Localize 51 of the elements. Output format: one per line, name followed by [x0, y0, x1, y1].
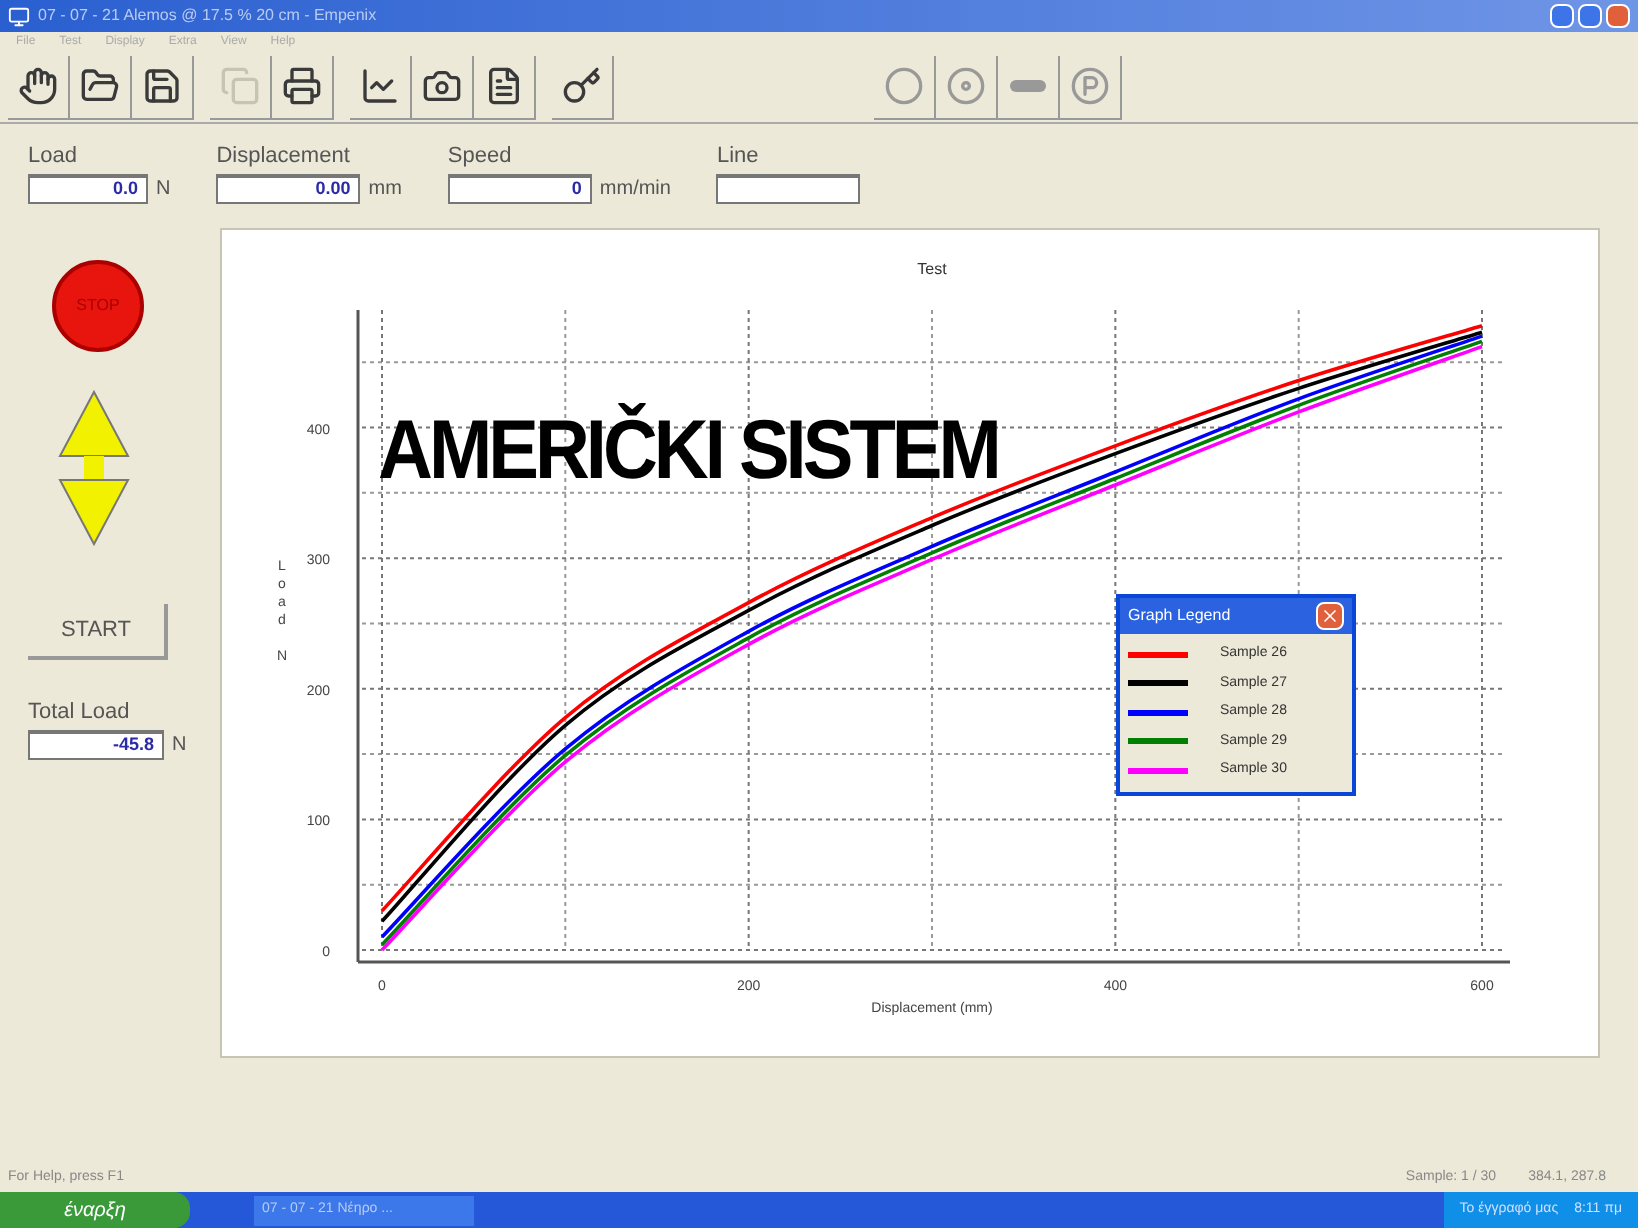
toolbar-button[interactable] [998, 55, 1060, 119]
maximize-button[interactable] [1578, 4, 1602, 28]
graph-icon [360, 66, 400, 106]
key-button[interactable] [552, 55, 614, 119]
total-load-field: -45.8 [28, 729, 164, 759]
disc-icon [946, 66, 986, 106]
camera-button[interactable] [412, 55, 474, 119]
close-button[interactable] [1606, 4, 1630, 28]
up-arrow-icon[interactable] [56, 388, 132, 468]
window-title: 07 - 07 - 21 Alemos @ 17.5 % 20 cm - Empenix [38, 4, 377, 28]
folder-icon [80, 66, 120, 106]
toolbar-button[interactable] [936, 55, 998, 119]
close-button[interactable] [1316, 602, 1344, 630]
readout-label: Displacement [216, 142, 352, 172]
total-load-label: Total Load [28, 698, 130, 728]
unit-label: mm/min [599, 175, 671, 203]
chart-title: Test [917, 260, 947, 278]
toolbar-button[interactable] [1060, 55, 1122, 119]
start-menu-button[interactable]: έναρξη [0, 1192, 190, 1228]
printer-icon [282, 66, 322, 106]
camera-icon [422, 66, 462, 106]
document-button[interactable] [474, 55, 536, 119]
minimize-button[interactable] [1550, 4, 1574, 28]
hand-icon [18, 66, 58, 106]
printer-button[interactable] [272, 55, 334, 119]
p-circle-icon [1070, 66, 1110, 106]
folder-button[interactable] [70, 55, 132, 119]
close-icon [1320, 606, 1340, 626]
legend-title: Graph Legend [1128, 604, 1231, 628]
hand-button[interactable] [8, 55, 70, 119]
readout-label: Line [716, 142, 761, 172]
readout-field: 0.0 [28, 173, 148, 203]
circle-icon [884, 66, 924, 106]
readout-field: 0.00 [216, 173, 361, 203]
graph-button[interactable] [350, 55, 412, 119]
document-icon [484, 66, 524, 106]
readout-label: Speed [447, 142, 514, 172]
unit-label: N [172, 731, 187, 759]
stop-button[interactable]: STOP [52, 260, 144, 352]
readout-label: Load [28, 142, 79, 172]
bar-icon [1010, 80, 1046, 92]
unit-label: mm [368, 175, 402, 203]
key-icon [562, 66, 602, 106]
toolbar-button[interactable] [874, 55, 936, 119]
down-arrow-icon[interactable] [56, 468, 132, 548]
start-button[interactable]: START [28, 604, 168, 660]
app-icon [8, 5, 30, 27]
copy-icon [220, 66, 260, 106]
floppy-disk-button[interactable] [132, 55, 194, 119]
unit-label: N [156, 175, 171, 203]
readout-field: 0 [447, 173, 592, 203]
